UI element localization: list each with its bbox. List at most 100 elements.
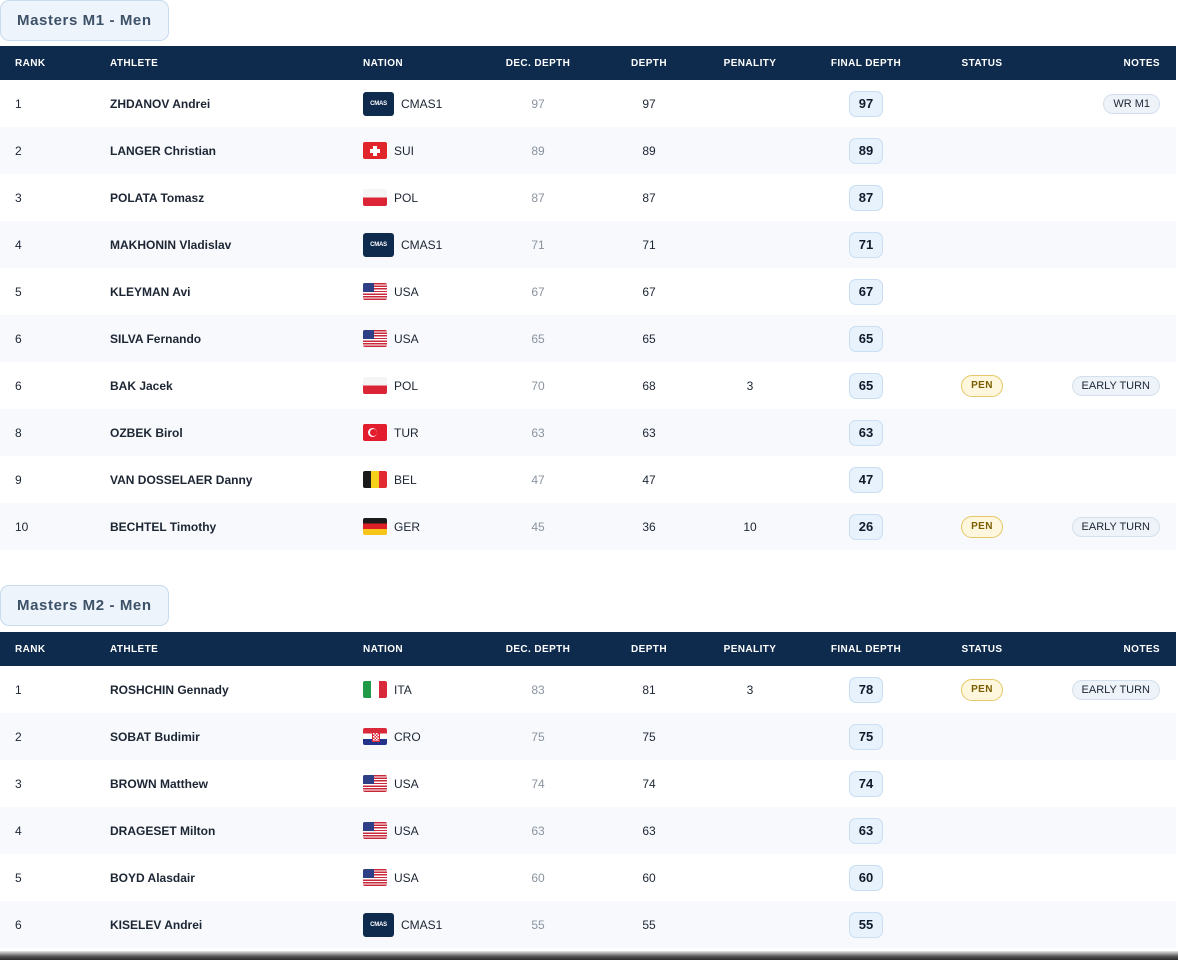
penalty-cell: 10 (743, 519, 757, 534)
nation-code: POL (394, 378, 419, 393)
notes-badge: EARLY TURN (1071, 516, 1160, 537)
col-nation-header: NATION (363, 57, 403, 69)
athlete-name[interactable]: DRAGESET Milton (110, 807, 215, 854)
table-row[interactable]: 10 BECHTEL Timothy GER 45 36 10 26 PEN EARLY TUR… (0, 503, 1176, 550)
athlete-name[interactable]: KLEYMAN Avi (110, 268, 190, 315)
nation-code: ITA (394, 682, 412, 697)
athlete-name[interactable]: BOYD Alasdair (110, 854, 195, 901)
penalty-cell (710, 807, 790, 854)
table-row[interactable]: 3 POLATA Tomasz POL 87 87 87 (0, 174, 1176, 221)
status-cell: PEN (942, 503, 1022, 550)
final-depth-cell: 67 (816, 268, 916, 315)
usa-flag (363, 330, 387, 347)
nation-cell: USA (363, 760, 419, 807)
athlete-name[interactable]: LANGER Christian (110, 127, 216, 174)
athlete-name[interactable]: SOBAT Budimir (110, 713, 200, 760)
table-row[interactable]: 5 KLEYMAN Avi USA 67 67 67 (0, 268, 1176, 315)
rank-cell: 6 (15, 917, 22, 932)
col-final-depth-header: FINAL DEPTH (830, 643, 902, 655)
final-depth-cell: 47 (816, 456, 916, 503)
table-row[interactable]: 4 DRAGESET Milton USA 63 63 63 (0, 807, 1176, 854)
table-row[interactable]: 3 BROWN Matthew USA 74 74 74 (0, 760, 1176, 807)
athlete-name[interactable]: BROWN Matthew (110, 760, 208, 807)
final-depth-badge: 63 (849, 817, 883, 844)
rank-cell: 4 (15, 237, 22, 252)
status-cell (942, 409, 1022, 456)
depth-cell: 47 (642, 472, 656, 487)
table-row[interactable]: 6 BAK Jacek POL 70 68 3 65 PEN EARLY TURN (0, 362, 1176, 409)
nation-code: USA (394, 284, 419, 299)
col-penalty-header: PENALITY (723, 57, 777, 69)
col-penalty-header: PENALITY (723, 643, 777, 655)
final-depth-badge: 47 (849, 466, 883, 493)
final-depth-badge: 71 (849, 231, 883, 258)
athlete-name[interactable]: SILVA Fernando (110, 315, 201, 362)
athlete-name[interactable]: ROSHCHIN Gennady (110, 666, 229, 713)
nation-code: SUI (394, 143, 415, 158)
athlete-name[interactable]: BAK Jacek (110, 362, 173, 409)
final-depth-cell: 63 (816, 807, 916, 854)
depth-cell: 81 (642, 682, 656, 697)
usa-flag (363, 822, 387, 839)
nation-cell: CMAS CMAS1 (363, 221, 442, 268)
cmas-logo: CMAS (363, 912, 394, 937)
nation-code: USA (394, 776, 419, 791)
turkey-flag (363, 424, 387, 441)
rank-cell: 5 (15, 284, 22, 299)
notes-badge: EARLY TURN (1071, 375, 1160, 396)
cmas-logo: CMAS (363, 232, 394, 257)
athlete-name[interactable]: POLATA Tomasz (110, 174, 204, 221)
table-row[interactable]: 2 LANGER Christian SUI 89 89 89 (0, 127, 1176, 174)
athlete-name[interactable]: BECHTEL Timothy (110, 503, 216, 550)
final-depth-badge: 87 (849, 184, 883, 211)
nation-cell: POL (363, 174, 418, 221)
nation-code: USA (394, 823, 419, 838)
penalty-cell: 3 (746, 378, 754, 393)
table-row[interactable]: 1 ROSHCHIN Gennady ITA 83 81 3 78 PEN EARLY TURN (0, 666, 1176, 713)
table-row[interactable]: 9 VAN DOSSELAER Danny BEL 47 47 47 (0, 456, 1176, 503)
cmas-logo: CMAS (363, 91, 394, 116)
dec-depth-cell: 75 (531, 729, 545, 744)
nation-cell: ITA (363, 666, 412, 713)
col-final-depth-header: FINAL DEPTH (830, 57, 902, 69)
dec-depth-cell: 71 (531, 237, 545, 252)
final-depth-cell: 97 (816, 80, 916, 127)
dec-depth-cell: 87 (531, 190, 545, 205)
table-row[interactable]: 5 BOYD Alasdair USA 60 60 60 (0, 854, 1176, 901)
table-row[interactable]: 8 OZBEK Birol TUR 63 63 63 (0, 409, 1176, 456)
status-cell (942, 456, 1022, 503)
notes-cell: EARLY TURN (1071, 503, 1160, 550)
final-depth-cell: 65 (816, 362, 916, 409)
table-row[interactable]: 6 SILVA Fernando USA 65 65 65 (0, 315, 1176, 362)
dec-depth-cell: 60 (531, 870, 545, 885)
rank-cell: 3 (15, 776, 22, 791)
table-row[interactable]: 1 ZHDANOV Andrei CMAS CMAS1 97 97 97 WR M1 (0, 80, 1176, 127)
rank-cell: 3 (15, 190, 22, 205)
athlete-name[interactable]: ZHDANOV Andrei (110, 80, 210, 127)
col-status-header: STATUS (961, 57, 1003, 69)
final-depth-badge: 26 (849, 513, 883, 540)
table-row[interactable]: 2 SOBAT Budimir CRO 75 75 75 (0, 713, 1176, 760)
athlete-name[interactable]: OZBEK Birol (110, 409, 183, 456)
nation-code: POL (394, 190, 419, 205)
athlete-name[interactable]: KISELEV Andrei (110, 901, 202, 948)
final-depth-cell: 26 (816, 503, 916, 550)
final-depth-cell: 65 (816, 315, 916, 362)
status-badge: PEN (961, 515, 1003, 538)
athlete-name[interactable]: VAN DOSSELAER Danny (110, 456, 252, 503)
status-cell (942, 174, 1022, 221)
depth-cell: 63 (642, 823, 656, 838)
dec-depth-cell: 74 (531, 776, 545, 791)
table-row[interactable]: 6 KISELEV Andrei CMAS CMAS1 55 55 55 (0, 901, 1176, 948)
athlete-name[interactable]: MAKHONIN Vladislav (110, 221, 231, 268)
status-cell (942, 901, 1022, 948)
penalty-cell (710, 127, 790, 174)
dec-depth-cell: 70 (531, 378, 545, 393)
usa-flag (363, 775, 387, 792)
dec-depth-cell: 63 (531, 425, 545, 440)
depth-cell: 68 (642, 378, 656, 393)
nation-cell: USA (363, 315, 419, 362)
table-row[interactable]: 4 MAKHONIN Vladislav CMAS CMAS1 71 71 71 (0, 221, 1176, 268)
final-depth-badge: 67 (849, 278, 883, 305)
dec-depth-cell: 65 (531, 331, 545, 346)
